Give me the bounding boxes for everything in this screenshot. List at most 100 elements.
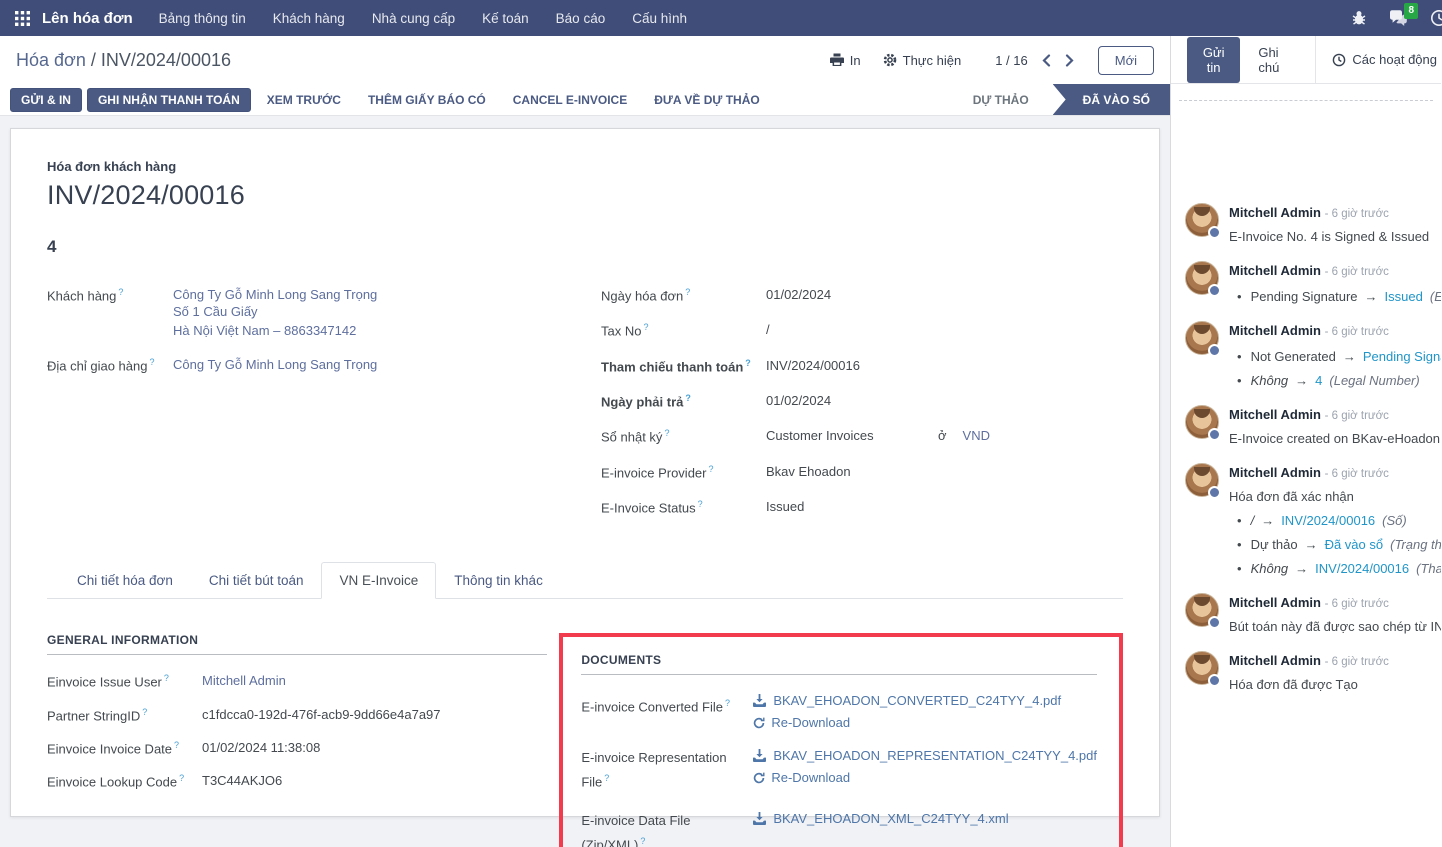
tab-journal-items[interactable]: Chi tiết bút toán xyxy=(191,562,322,599)
tax-no-value[interactable]: / xyxy=(766,322,1123,337)
converted-redownload-button[interactable]: Re-Download xyxy=(753,715,1097,730)
message-item: Mitchell Admin - 6 giờ trước E-Invoice c… xyxy=(1185,405,1441,448)
tracking-new-value[interactable]: INV/2024/00016 xyxy=(1281,513,1375,528)
messages-icon[interactable]: 8 xyxy=(1389,10,1408,27)
lookup-code-value[interactable]: T3C44AKJO6 xyxy=(202,773,547,789)
message-item: Mitchell Admin - 6 giờ trước •Not Genera… xyxy=(1185,321,1441,390)
presence-dot xyxy=(1208,486,1221,499)
payment-reference-value[interactable]: INV/2024/00016 xyxy=(766,358,1123,373)
tracking-new-value[interactable]: INV/2024/00016 xyxy=(1315,561,1409,576)
printer-icon xyxy=(830,53,844,67)
tracking-new-value[interactable]: Đã vào sổ xyxy=(1325,537,1384,552)
preview-button[interactable]: XEM TRƯỚC xyxy=(256,89,352,111)
message-author[interactable]: Mitchell Admin xyxy=(1229,263,1321,278)
due-date-value[interactable]: 01/02/2024 xyxy=(766,393,1123,408)
converted-file-link[interactable]: BKAV_EHOADON_CONVERTED_C24TYY_4.pdf xyxy=(753,693,1097,708)
add-credit-note-button[interactable]: THÊM GIẤY BÁO CÓ xyxy=(357,89,497,111)
message-item: Mitchell Admin - 6 giờ trước Hóa đơn đã … xyxy=(1185,651,1441,694)
representation-file-label: E-invoice Representation File? xyxy=(581,748,753,792)
nav-item-settings[interactable]: Cấu hình xyxy=(632,11,687,26)
tab-other-info[interactable]: Thông tin khác xyxy=(436,562,561,599)
debug-bug-icon[interactable] xyxy=(1351,10,1367,26)
apps-grid-icon[interactable] xyxy=(12,8,32,28)
message-author[interactable]: Mitchell Admin xyxy=(1229,205,1321,220)
tab-invoice-lines[interactable]: Chi tiết hóa đơn xyxy=(59,562,191,599)
tracking-new-value[interactable]: 4 xyxy=(1315,373,1322,388)
reset-to-draft-button[interactable]: ĐƯA VỀ DỰ THẢO xyxy=(643,89,770,111)
customer-address-line1: Số 1 Cầu Giấy xyxy=(173,302,601,321)
message-time: - 6 giờ trước xyxy=(1325,208,1389,220)
help-icon: ? xyxy=(725,698,730,708)
tracking-new-value[interactable]: Issued xyxy=(1385,289,1423,304)
message-text: E-Invoice created on BKav-eHoadon: xyxy=(1229,429,1441,448)
issue-user-link[interactable]: Mitchell Admin xyxy=(202,673,547,689)
einvoice-invoice-date-value[interactable]: 01/02/2024 11:38:08 xyxy=(202,740,547,756)
data-file-link[interactable]: BKAV_EHOADON_XML_C24TYY_4.xml xyxy=(753,811,1097,826)
help-icon: ? xyxy=(698,499,703,509)
converted-file-name: BKAV_EHOADON_CONVERTED_C24TYY_4.pdf xyxy=(773,693,1061,708)
tracking-new-value[interactable]: Pending Signature xyxy=(1363,349,1441,364)
help-icon: ? xyxy=(118,287,123,297)
pager-next-icon[interactable] xyxy=(1065,54,1074,67)
delivery-address-label: Địa chỉ giao hàng? xyxy=(47,357,173,373)
help-icon: ? xyxy=(685,393,691,403)
einvoice-provider-value[interactable]: Bkav Ehoadon xyxy=(766,464,1123,479)
cancel-einvoice-button[interactable]: CANCEL E-INVOICE xyxy=(502,89,638,111)
presence-dot xyxy=(1208,226,1221,239)
invoice-date-value[interactable]: 01/02/2024 xyxy=(766,287,1123,302)
new-record-button[interactable]: Mới xyxy=(1098,46,1154,75)
message-author[interactable]: Mitchell Admin xyxy=(1229,465,1321,480)
log-note-button[interactable]: Ghi chú xyxy=(1244,37,1301,83)
message-time: - 6 giờ trước xyxy=(1325,266,1389,278)
print-button[interactable]: In xyxy=(830,53,861,68)
delivery-address-link[interactable]: Công Ty Gỗ Minh Long Sang Trọng xyxy=(173,357,601,372)
representation-file-link[interactable]: BKAV_EHOADON_REPRESENTATION_C24TYY_4.pdf xyxy=(753,748,1097,763)
register-payment-button[interactable]: GHI NHẬN THANH TOÁN xyxy=(87,88,251,112)
nav-item-customers[interactable]: Khách hàng xyxy=(273,11,345,26)
pager-previous-icon[interactable] xyxy=(1042,54,1051,67)
message-author[interactable]: Mitchell Admin xyxy=(1229,323,1321,338)
representation-redownload-button[interactable]: Re-Download xyxy=(753,770,1097,785)
nav-item-accounting[interactable]: Kế toán xyxy=(482,11,529,26)
app-brand[interactable]: Lên hóa đơn xyxy=(42,10,133,27)
message-author[interactable]: Mitchell Admin xyxy=(1229,595,1321,610)
notebook-tabs: Chi tiết hóa đơn Chi tiết bút toán VN E-… xyxy=(47,562,1123,599)
help-icon: ? xyxy=(174,740,179,750)
tracking-change: •Pending Signature→Issued(E-Invoice Stat… xyxy=(1229,287,1441,306)
chatter-header: Gửi tin Ghi chú Các hoạt động xyxy=(1171,36,1441,84)
tab-vn-einvoice[interactable]: VN E-Invoice xyxy=(321,562,436,599)
breadcrumb-invoices-link[interactable]: Hóa đơn xyxy=(16,50,86,70)
action-menu-button[interactable]: Thực hiện xyxy=(883,53,962,68)
activities-clock-icon[interactable] xyxy=(1430,9,1442,27)
journal-label: Sổ nhật ký? xyxy=(601,428,766,444)
activities-button[interactable]: Các hoạt động xyxy=(1315,36,1441,83)
partner-stringid-value[interactable]: c1fdcca0-192d-476f-acb9-9dd66e4a7a97 xyxy=(202,707,547,723)
message-author[interactable]: Mitchell Admin xyxy=(1229,407,1321,422)
activities-button-label: Các hoạt động xyxy=(1352,52,1437,67)
nav-item-dashboard[interactable]: Bảng thông tin xyxy=(159,11,246,26)
message-text: E-Invoice No. 4 is Signed & Issued xyxy=(1229,227,1441,246)
message-item: Mitchell Admin - 6 giờ trước •Pending Si… xyxy=(1185,261,1441,306)
message-text: Hóa đơn đã được Tạo xyxy=(1229,675,1441,694)
tracking-change: •Không→INV/2024/00016(Tham chiếu thanh t… xyxy=(1229,559,1441,578)
refresh-icon xyxy=(753,717,765,729)
einvoice-status-label: E-Invoice Status? xyxy=(601,499,766,515)
invoice-sheet: Hóa đơn khách hàng INV/2024/00016 4 Khác… xyxy=(10,128,1160,817)
messages-badge: 8 xyxy=(1404,3,1418,19)
einvoice-status-value[interactable]: Issued xyxy=(766,499,1123,514)
einvoice-number: 4 xyxy=(47,237,1123,257)
download-icon xyxy=(753,749,766,762)
status-draft[interactable]: DỰ THẢO xyxy=(949,84,1053,115)
presence-dot xyxy=(1208,674,1221,687)
customer-link[interactable]: Công Ty Gỗ Minh Long Sang Trọng xyxy=(173,287,601,302)
journal-value[interactable]: Customer Invoices xyxy=(766,428,938,443)
nav-item-reports[interactable]: Báo cáo xyxy=(556,11,606,26)
breadcrumb: Hóa đơn / INV/2024/00016 xyxy=(16,50,231,71)
nav-item-vendors[interactable]: Nhà cung cấp xyxy=(372,11,455,26)
send-message-button[interactable]: Gửi tin xyxy=(1187,37,1240,83)
message-author[interactable]: Mitchell Admin xyxy=(1229,653,1321,668)
currency-link[interactable]: VND xyxy=(963,428,990,443)
record-pager: 1 / 16 xyxy=(995,53,1074,68)
send-print-button[interactable]: GỬI & IN xyxy=(10,88,82,112)
status-posted-badge[interactable]: ĐÃ VÀO SỔ xyxy=(1053,84,1170,115)
